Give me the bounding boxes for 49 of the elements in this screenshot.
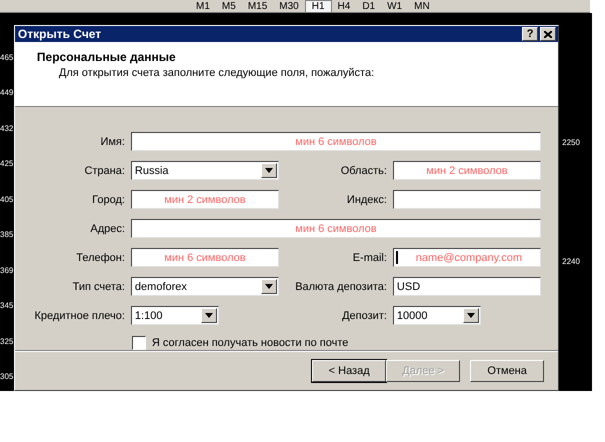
close-button[interactable] — [540, 27, 556, 42]
input-field[interactable] — [392, 190, 541, 210]
axis-label: 385 — [0, 230, 14, 240]
field-label: Депозит: — [341, 310, 388, 322]
axis-label: 405 — [0, 194, 14, 204]
field-label: Кредитное плечо: — [34, 310, 126, 322]
axis-label: 2240 — [562, 257, 581, 266]
axis-label: 425 — [0, 159, 14, 168]
field-label: Тип счета: — [72, 280, 126, 293]
wizard-button[interactable]: Отмена — [470, 360, 544, 382]
section-title: Персональные данные — [36, 50, 177, 64]
axis-label: 465 — [0, 53, 14, 62]
dropdown[interactable]: 1:100 — [130, 306, 219, 326]
field-label: Телефон: — [75, 252, 126, 264]
help-button[interactable]: ? — [522, 27, 538, 42]
axis-label: 432 — [0, 124, 14, 133]
axis-label: 449 — [0, 88, 14, 98]
timeframe-button[interactable]: MN — [408, 1, 436, 12]
timeframe-button[interactable]: M5 — [216, 1, 242, 12]
field-label: Адрес: — [89, 222, 126, 235]
input-field[interactable]: USD — [392, 277, 541, 296]
axis-label: 345 — [0, 301, 14, 310]
checkbox[interactable] — [132, 336, 146, 350]
field-label: Имя: — [99, 136, 126, 148]
dropdown[interactable]: 10000 — [392, 306, 481, 326]
timeframe-button[interactable]: H4 — [332, 1, 356, 12]
close-icon — [544, 30, 552, 38]
axis-label: 2250 — [562, 138, 581, 147]
timeframe-button[interactable]: W1 — [381, 1, 408, 12]
axis-label: 369 — [0, 266, 14, 275]
field-label: Валюта депозита: — [294, 280, 388, 293]
field-label: Страна: — [83, 164, 126, 177]
checkbox-label: Я согласен получать новости по почте — [152, 337, 348, 350]
field-label: Город: — [91, 194, 126, 206]
wizard-button[interactable]: < Назад — [312, 360, 386, 382]
timeframe-button[interactable]: M30 — [273, 1, 305, 12]
timeframe-button[interactable]: M15 — [242, 1, 274, 12]
axis-label: 305 — [0, 372, 14, 381]
field-label: Индекс: — [346, 194, 388, 206]
dropdown[interactable]: Russia — [130, 161, 279, 180]
timeframe-button[interactable]: H1 — [304, 0, 332, 12]
field-label: E-mail: — [352, 252, 388, 264]
timeframe-button[interactable]: D1 — [356, 1, 382, 12]
axis-label: 325 — [0, 336, 14, 346]
window-title: Открыть Счет — [18, 27, 102, 42]
section-subtitle: Для открытия счета заполните следующие поля, пожалуйста: — [58, 67, 376, 80]
dropdown[interactable]: demoforex — [130, 277, 279, 296]
field-label: Область: — [340, 164, 388, 177]
timeframe-button[interactable]: M1 — [190, 1, 216, 12]
